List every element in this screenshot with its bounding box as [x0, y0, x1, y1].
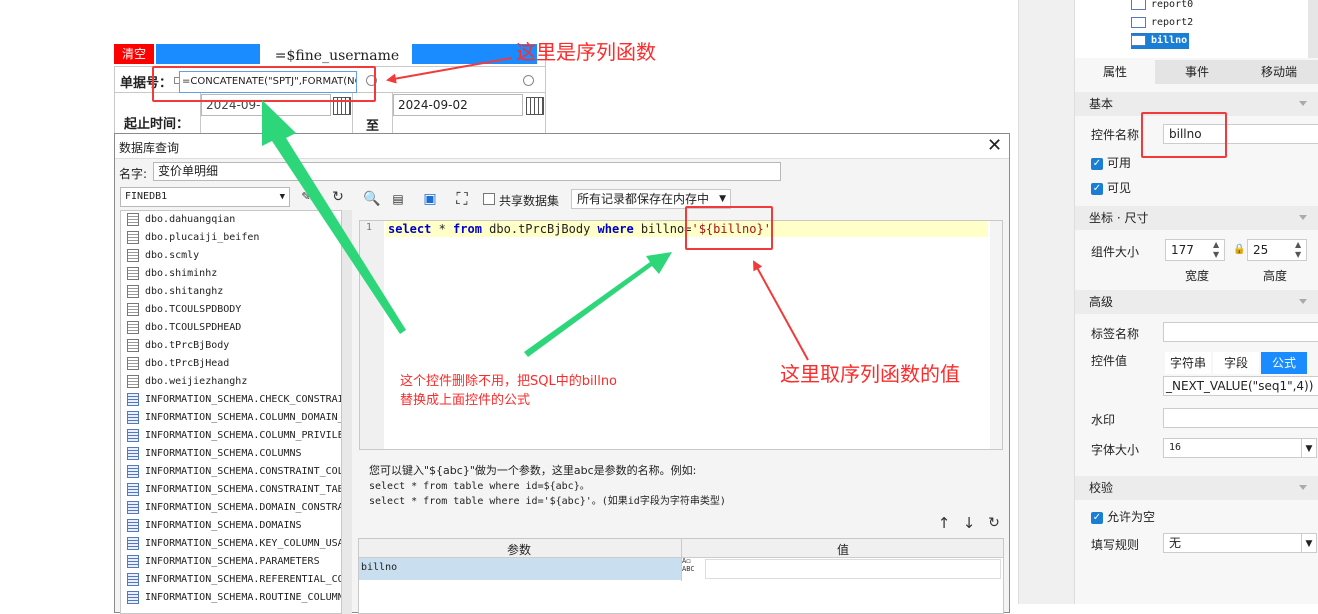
annotation-take-value: 这里取序列函数的值: [780, 362, 960, 386]
red-arrow: [386, 57, 513, 84]
green-arrow: [524, 252, 672, 357]
annotation-line: 这个控件删除不用，把SQL中的billno: [400, 374, 618, 389]
annotation-line: 替换成上面控件的公式: [400, 393, 531, 408]
annotation-delete-note: 这个控件删除不用，把SQL中的billno 替换成上面控件的公式: [400, 372, 617, 410]
annotation-overlay: [262, 57, 809, 361]
red-arrow: [753, 260, 809, 361]
green-arrow: [262, 100, 406, 334]
